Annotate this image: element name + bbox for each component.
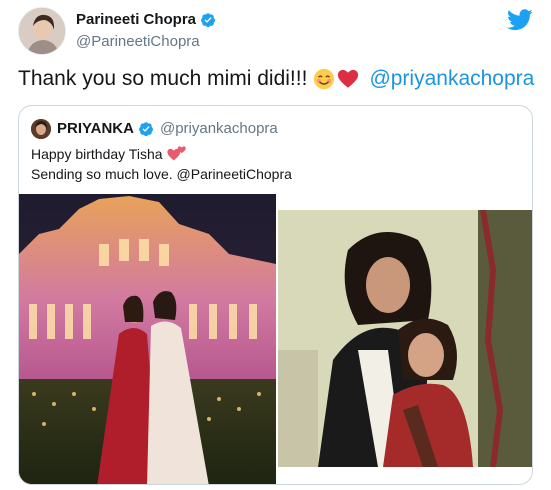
- verified-badge-icon: [139, 121, 153, 136]
- author-handle[interactable]: @ParineetiChopra: [76, 33, 200, 50]
- quoted-avatar[interactable]: [31, 119, 51, 139]
- quoted-display-name[interactable]: PRIYANKA: [57, 120, 134, 137]
- avatar[interactable]: [18, 7, 66, 55]
- quoted-text-line1: Happy birthday Tisha: [31, 146, 187, 162]
- verified-badge-icon: [201, 12, 216, 27]
- smiling-face-emoji-icon: [314, 68, 335, 90]
- author-name-row: Parineeti Chopra: [76, 11, 216, 28]
- quoted-mention-link[interactable]: @ParineetiChopra: [177, 166, 292, 182]
- quoted-tweet[interactable]: PRIYANKA @priyankachopra Happy birthday …: [18, 105, 533, 485]
- red-heart-emoji-icon: [338, 69, 359, 88]
- quoted-handle[interactable]: @priyankachopra: [160, 120, 278, 137]
- quoted-name-row: PRIYANKA @priyankachopra: [57, 120, 278, 137]
- quoted-body-line1: Happy birthday Tisha: [31, 146, 163, 162]
- tweet-text: Thank you so much mimi didi!!! @priyanka…: [18, 67, 534, 91]
- vintage-family-photo[interactable]: [278, 210, 532, 467]
- mention-link[interactable]: @priyankachopra: [369, 67, 534, 91]
- author-display-name[interactable]: Parineeti Chopra: [76, 11, 196, 28]
- two-hearts-emoji-icon: [166, 146, 186, 161]
- night-palace-photo[interactable]: [19, 194, 276, 484]
- quoted-text-line2: Sending so much love. @ParineetiChopra: [31, 166, 292, 182]
- twitter-bird-icon[interactable]: [507, 9, 533, 31]
- quoted-body-line2: Sending so much love.: [31, 166, 173, 182]
- tweet-body: Thank you so much mimi didi!!!: [18, 67, 308, 90]
- tweet-card: Parineeti Chopra @ParineetiChopra Thank …: [0, 0, 551, 490]
